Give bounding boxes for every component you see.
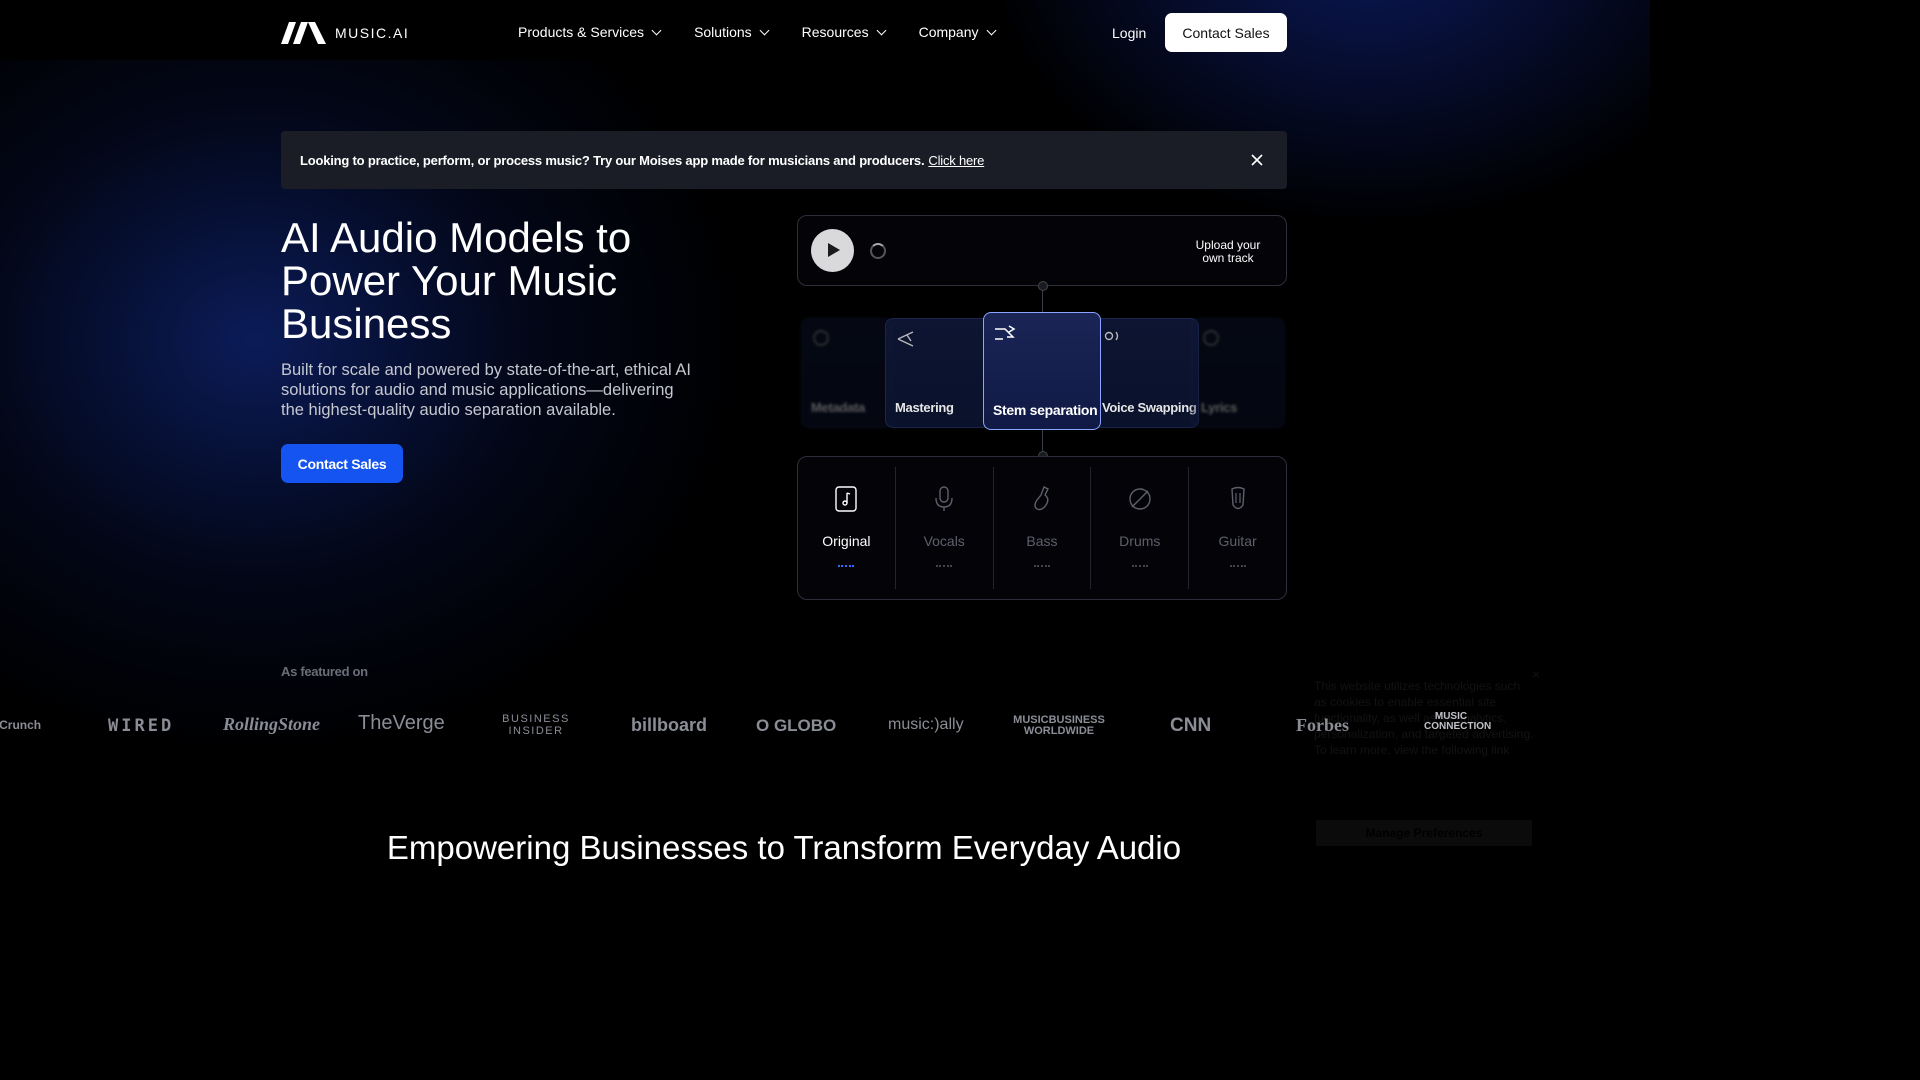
section-title: Empowering Businesses to Transform Every…	[386, 829, 1182, 866]
info-icon	[1203, 330, 1219, 346]
press-logo-rollingstone: RollingStone	[223, 714, 321, 734]
stem-original[interactable]: Original	[798, 467, 896, 589]
press-logo-techcrunch: TechCrunch	[0, 718, 42, 732]
banner-message: Looking to practice, perform, or process…	[300, 153, 984, 168]
press-logo-theverge: TheVerge	[358, 712, 445, 734]
bass-icon	[1034, 486, 1049, 511]
stem-selector: Original Vocals Bass Drums Guitar	[797, 456, 1287, 600]
press-logo-music-business-worldwide: MUSICBUSINESS WORLDWIDE	[1013, 714, 1105, 737]
play-button[interactable]	[811, 229, 854, 272]
audio-player: Upload your own track	[797, 215, 1287, 286]
banner-click-here-link[interactable]: Click here	[928, 153, 984, 168]
waveform-placeholder	[838, 565, 855, 567]
menu-company[interactable]: Company	[918, 24, 996, 40]
waveform-placeholder	[936, 565, 953, 567]
close-icon[interactable]	[1247, 150, 1267, 170]
stem-label: Original	[822, 533, 871, 549]
menu-label: Solutions	[694, 24, 752, 40]
microphone-icon	[935, 486, 953, 511]
card-mastering[interactable]: Mastering	[885, 318, 995, 428]
voice-icon	[1104, 331, 1119, 341]
hero-title: AI Audio Models to Power Your Music Busi…	[281, 214, 632, 347]
waveform-placeholder	[1229, 565, 1246, 567]
press-logo-oglobo: O GLOBO	[756, 716, 837, 735]
contact-sales-button[interactable]: Contact Sales	[1165, 13, 1287, 52]
card-stem-separation[interactable]: Stem separation	[983, 312, 1101, 430]
press-logo-billboard: billboard	[631, 715, 707, 735]
info-icon	[813, 330, 829, 346]
stem-label: Bass	[1026, 533, 1058, 549]
menu-label: Company	[918, 24, 979, 40]
card-metadata[interactable]: Metadata	[801, 318, 893, 428]
card-label: Voice Swapping	[1102, 400, 1197, 415]
banner-text: Looking to practice, perform, or process…	[300, 153, 925, 168]
card-label: Mastering	[895, 400, 954, 415]
waveform-placeholder	[1033, 565, 1050, 567]
card-label: Metadata	[811, 400, 865, 415]
stem-bass[interactable]: Bass	[994, 467, 1092, 589]
menu-label: Resources	[801, 24, 869, 40]
menu-solutions[interactable]: Solutions	[694, 24, 770, 40]
music-ai-logo-icon	[281, 22, 326, 44]
chevron-down-icon	[876, 25, 887, 35]
card-label: Stem separation	[993, 402, 1098, 418]
stem-label: Guitar	[1218, 533, 1257, 549]
upload-track-button[interactable]: Upload your own track	[1188, 239, 1268, 265]
brand-name: MUSIC.AI	[335, 25, 410, 41]
split-icon	[995, 325, 1016, 340]
stem-label: Drums	[1119, 533, 1161, 549]
press-logo-musically: music:)ally	[888, 716, 964, 733]
model-carousel: Metadata Mastering Voice Swapping Lyrics…	[797, 310, 1287, 435]
press-logo-cnn: CNN	[1170, 715, 1212, 736]
chevron-down-icon	[651, 25, 662, 35]
hero-contact-sales-button[interactable]: Contact Sales	[281, 444, 403, 483]
share-icon	[897, 331, 914, 347]
press-logo-wired: WIRED	[108, 716, 175, 736]
featured-label: As featured on	[281, 664, 368, 679]
drum-icon	[1129, 488, 1151, 510]
chevron-down-icon	[986, 25, 996, 35]
menu-resources[interactable]: Resources	[801, 24, 887, 40]
card-voice-swapping[interactable]: Voice Swapping	[1087, 318, 1199, 428]
menu-label: Products & Services	[518, 24, 645, 40]
loading-spinner-icon	[870, 243, 886, 259]
press-logo-business-insider: BUSINESS INSIDER	[502, 713, 570, 737]
stem-label: Vocals	[923, 533, 965, 549]
stem-guitar[interactable]: Guitar	[1189, 467, 1286, 589]
card-label: Lyrics	[1201, 400, 1238, 415]
hero-subtitle: Built for scale and powered by state-of-…	[281, 361, 691, 419]
card-lyrics[interactable]: Lyrics	[1191, 318, 1285, 428]
stem-drums[interactable]: Drums	[1091, 467, 1190, 589]
music-file-icon	[835, 486, 858, 512]
top-nav: MUSIC.AI Products & Services Solutions R…	[0, 0, 1568, 66]
moises-banner: Looking to practice, perform, or process…	[281, 131, 1287, 189]
main-menu: Products & Services Solutions Resources …	[518, 24, 996, 40]
menu-products-services[interactable]: Products & Services	[518, 24, 662, 40]
brand-logo[interactable]: MUSIC.AI	[281, 22, 409, 44]
guitar-icon	[1230, 486, 1245, 510]
login-link[interactable]: Login	[1112, 25, 1146, 41]
connector-dot	[1038, 281, 1048, 291]
cookie-text: This website utilizes technologies such …	[1314, 679, 1534, 757]
stem-vocals[interactable]: Vocals	[896, 467, 994, 589]
waveform-placeholder	[1131, 565, 1148, 567]
chevron-down-icon	[759, 25, 770, 35]
